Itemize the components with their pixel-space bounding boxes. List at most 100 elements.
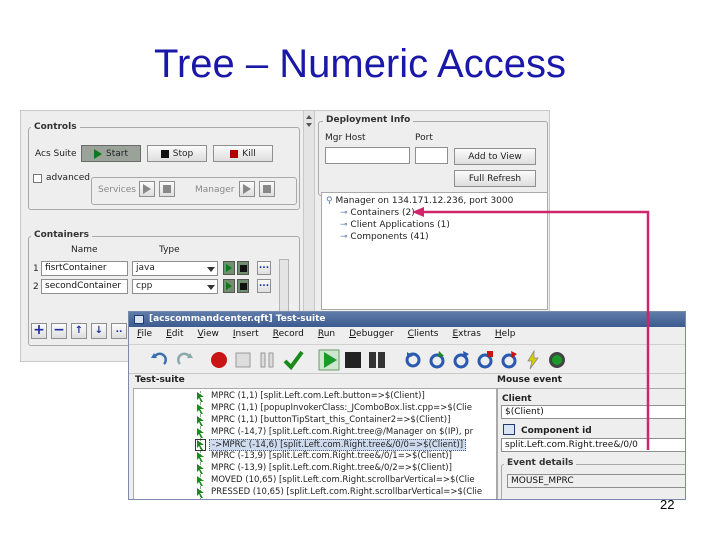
pause-icon: [368, 351, 385, 368]
window-title-bar[interactable]: [acscommandcenter.qft] Test-suite: [129, 312, 685, 327]
start-button[interactable]: Start: [81, 145, 141, 162]
stop-icon: [160, 149, 169, 158]
menu-clients[interactable]: Clients: [400, 327, 445, 342]
continue-button[interactable]: [545, 348, 568, 371]
services-start-button[interactable]: [139, 181, 155, 197]
menu-file[interactable]: File: [129, 327, 158, 342]
checkmark-icon: [283, 350, 304, 370]
record-icon: [210, 351, 227, 368]
containers-scrollbar[interactable]: [279, 259, 289, 319]
list-item[interactable]: MPRC (1,1) [popupInvokerClass:_JComboBox…: [134, 403, 496, 415]
test-suite-window: [acscommandcenter.qft] Test-suite File E…: [128, 311, 686, 500]
play-icon: [94, 148, 102, 159]
container-more-button[interactable]: ...: [257, 261, 271, 275]
container-options-button[interactable]: ..: [111, 323, 127, 339]
component-id-field[interactable]: split.Left.com.Right.tree&/0/0: [501, 438, 685, 452]
play-button[interactable]: [317, 348, 340, 371]
list-item-selected[interactable]: ->MPRC (-14,6) [split.Left.com.Right.tre…: [134, 439, 496, 451]
tree-node-client-applications[interactable]: ⊸ Client Applications (1): [340, 220, 450, 230]
redo-button[interactable]: [173, 348, 196, 371]
container-name-field[interactable]: secondContainer: [41, 279, 128, 294]
tree-node-containers[interactable]: ⊸ Containers (2): [340, 208, 415, 218]
event-field[interactable]: MOUSE_MPRC: [507, 474, 685, 488]
step-into-button[interactable]: [401, 348, 424, 371]
menu-view[interactable]: View: [190, 327, 225, 342]
menu-run[interactable]: Run: [310, 327, 341, 342]
stop-button[interactable]: Stop: [147, 145, 207, 162]
pause-button[interactable]: [365, 348, 388, 371]
port-input[interactable]: [415, 147, 448, 164]
test-suite-pane: Test-suite MPRC (1,1) [split.Left.com.Le…: [133, 374, 497, 499]
move-up-button[interactable]: ↑: [71, 323, 87, 339]
manager-start-button[interactable]: [239, 181, 255, 197]
list-item[interactable]: MPRC (-13,9) [split.Left.com.Right.tree&…: [134, 451, 496, 463]
list-item[interactable]: MPRC (1,1) [split.Left.com.Left.button=>…: [134, 391, 496, 403]
mouse-event-icon: [197, 404, 204, 414]
app-icon: [134, 315, 144, 324]
container-start-button[interactable]: [223, 261, 235, 275]
container-name-header: Name: [71, 245, 98, 255]
undo-button[interactable]: [147, 348, 170, 371]
add-to-view-button[interactable]: Add to View: [454, 148, 536, 165]
move-down-button[interactable]: ↓: [91, 323, 107, 339]
list-item[interactable]: MPRC (-13,9) [split.Left.com.Right.tree&…: [134, 463, 496, 475]
stop-record-button[interactable]: [231, 348, 254, 371]
client-field[interactable]: $(Client): [501, 405, 685, 419]
list-item[interactable]: MPRC (1,1) [buttonTipStart_this_Containe…: [134, 415, 496, 427]
mgr-host-input[interactable]: [325, 147, 410, 164]
container-name-field[interactable]: fisrtContainer: [41, 261, 128, 276]
skip-over-button[interactable]: [473, 348, 496, 371]
mouse-event-icon: [197, 416, 204, 426]
lightning-icon: [526, 349, 539, 369]
add-container-button[interactable]: +: [31, 323, 47, 339]
tree-node-components[interactable]: ⊸ Components (41): [340, 232, 429, 242]
advanced-checkbox[interactable]: [33, 174, 42, 183]
controls-legend: Controls: [31, 122, 80, 132]
toolbar: [129, 344, 685, 374]
services-stop-button[interactable]: [159, 181, 175, 197]
container-start-button[interactable]: [223, 279, 235, 293]
container-stop-button[interactable]: [237, 279, 249, 293]
menu-record[interactable]: Record: [265, 327, 310, 342]
skip-out-button[interactable]: [497, 348, 520, 371]
manager-stop-button[interactable]: [259, 181, 275, 197]
mouse-event-icon: [197, 428, 204, 438]
step-over-button[interactable]: [425, 348, 448, 371]
tree-key-icon: ⊸: [340, 208, 348, 218]
remove-container-button[interactable]: −: [51, 323, 67, 339]
chevron-down-icon: [207, 267, 215, 272]
container-row-index: 1: [33, 264, 39, 274]
mouse-event-icon: [197, 476, 204, 486]
tree-key-icon: ⊸: [340, 232, 348, 242]
step-out-button[interactable]: [449, 348, 472, 371]
menu-help[interactable]: Help: [487, 327, 522, 342]
play-icon: [226, 264, 232, 272]
manager-label: Manager: [195, 185, 235, 195]
stop-outline-icon: [235, 352, 250, 367]
container-stop-button[interactable]: [237, 261, 249, 275]
container-more-button[interactable]: ...: [257, 279, 271, 293]
client-label: Client: [502, 394, 532, 404]
split-up-icon: [306, 115, 312, 119]
breakpoint-button[interactable]: [521, 348, 544, 371]
step-out-icon: [453, 350, 469, 368]
deployment-tree[interactable]: ⚲ Manager on 134.171.12.236, port 3000 ⊸…: [321, 192, 548, 310]
record-button[interactable]: [207, 348, 230, 371]
menu-debugger[interactable]: Debugger: [341, 327, 400, 342]
list-item[interactable]: MOVED (10,65) [split.Left.com.Right.scro…: [134, 475, 496, 487]
container-type-select[interactable]: java: [132, 261, 218, 276]
check-button[interactable]: [281, 348, 304, 371]
container-type-select[interactable]: cpp: [132, 279, 218, 294]
menu-extras[interactable]: Extras: [444, 327, 486, 342]
kill-button[interactable]: Kill: [213, 145, 273, 162]
pause-record-button[interactable]: [255, 348, 278, 371]
menu-insert[interactable]: Insert: [225, 327, 265, 342]
full-refresh-button[interactable]: Full Refresh: [454, 170, 536, 187]
tree-node-manager[interactable]: ⚲ Manager on 134.171.12.236, port 3000: [326, 196, 513, 206]
list-item[interactable]: MPRC (-14,7) [split.Left.com.Right.tree@…: [134, 427, 496, 439]
menu-edit[interactable]: Edit: [158, 327, 189, 342]
list-item[interactable]: PRESSED (10,65) [split.Left.com.Right.sc…: [134, 487, 496, 499]
test-suite-tree[interactable]: MPRC (1,1) [split.Left.com.Left.button=>…: [133, 388, 497, 499]
play-icon: [143, 184, 151, 194]
stop-button[interactable]: [341, 348, 364, 371]
